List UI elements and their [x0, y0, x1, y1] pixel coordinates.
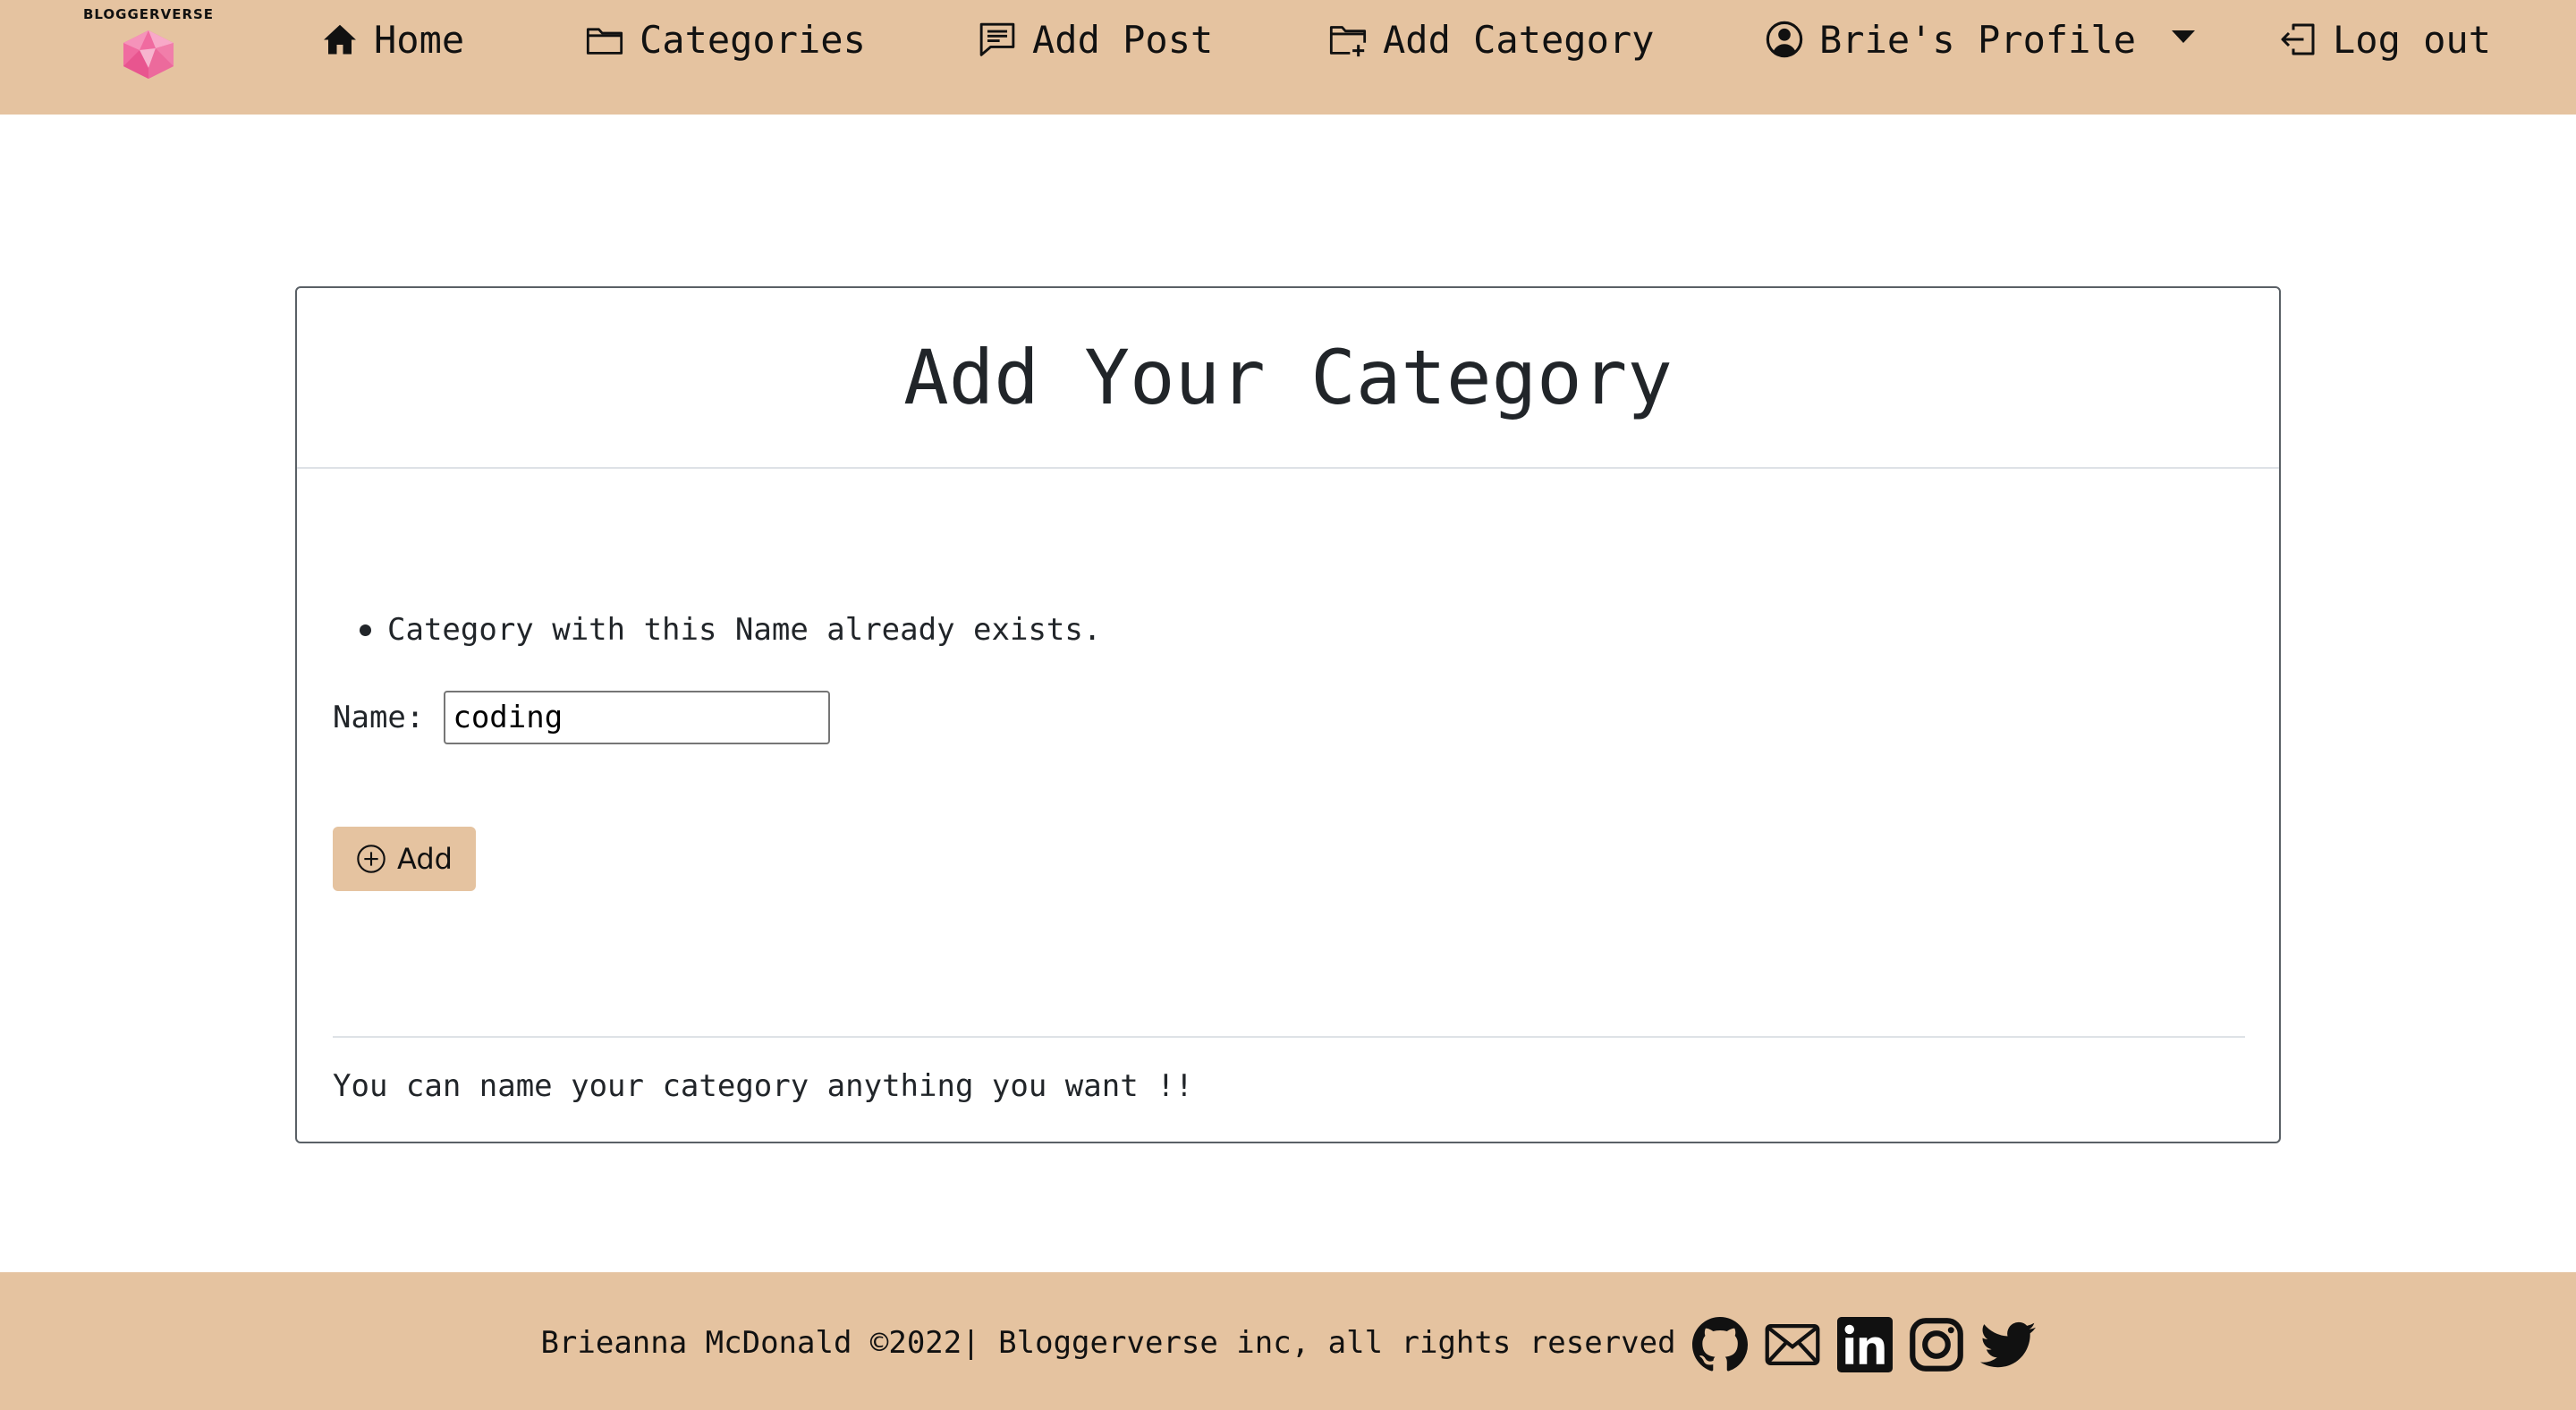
error-message: Category with this Name already exists. [360, 612, 1101, 648]
social-links [1691, 1317, 2036, 1372]
top-navbar: BLOGGERVERSE Home Categories Add Post Ad… [0, 0, 2576, 115]
nav-home-label: Home [374, 17, 465, 62]
footer-copyright: Brieanna McDonald ©2022| Bloggerverse in… [540, 1325, 1676, 1361]
brand-name: BLOGGERVERSE [82, 6, 215, 22]
nav-add-post[interactable]: Add Post [979, 13, 1213, 66]
category-name-input[interactable] [444, 691, 831, 744]
mail-link[interactable] [1764, 1317, 1821, 1372]
user-circle-icon [1766, 21, 1803, 58]
folder-plus-icon [1329, 26, 1367, 57]
nav-logout[interactable]: Log out [2279, 13, 2491, 66]
mail-icon [1765, 1323, 1819, 1366]
instagram-link[interactable] [1909, 1317, 1964, 1372]
nav-add-category[interactable]: Add Category [1329, 13, 1654, 66]
gem-logo-icon [123, 30, 174, 79]
nav-categories[interactable]: Categories [586, 13, 866, 66]
card-body: Category with this Name already exists. … [297, 469, 2279, 1143]
page-title: Add Your Category [903, 334, 1673, 421]
plus-circle-icon [357, 845, 386, 873]
home-icon [324, 24, 356, 55]
nav-categories-label: Categories [640, 17, 866, 62]
twitter-link[interactable] [1979, 1317, 2036, 1372]
brand-logo[interactable]: BLOGGERVERSE [77, 5, 220, 86]
chevron-down-icon [2172, 30, 2196, 43]
add-button-label: Add [397, 842, 453, 876]
nav-home[interactable]: Home [322, 13, 464, 66]
card-note: You can name your category anything you … [333, 1068, 1194, 1104]
add-button[interactable]: Add [333, 827, 476, 891]
folder-icon [586, 28, 623, 55]
add-category-form: Name: [333, 691, 831, 744]
nav-profile-dropdown[interactable]: Brie's Profile [1766, 13, 2196, 66]
twitter-icon [1979, 1321, 2036, 1368]
name-label: Name: [333, 700, 425, 735]
logout-icon [2281, 23, 2315, 55]
add-category-card: Add Your Category Category with this Nam… [295, 286, 2281, 1143]
nav-add-post-label: Add Post [1032, 17, 1214, 62]
footer: Brieanna McDonald ©2022| Bloggerverse in… [0, 1272, 2576, 1410]
chat-icon [979, 22, 1015, 56]
github-icon [1691, 1317, 1748, 1372]
nav-profile-label: Brie's Profile [1819, 17, 2137, 62]
divider [333, 1036, 2245, 1038]
github-link[interactable] [1691, 1317, 1748, 1372]
linkedin-link[interactable] [1836, 1317, 1893, 1372]
linkedin-icon [1836, 1317, 1893, 1372]
nav-add-category-label: Add Category [1383, 17, 1655, 62]
instagram-icon [1909, 1318, 1963, 1372]
card-header: Add Your Category [297, 288, 2279, 469]
error-list: Category with this Name already exists. [360, 612, 1101, 648]
nav-logout-label: Log out [2333, 17, 2492, 62]
